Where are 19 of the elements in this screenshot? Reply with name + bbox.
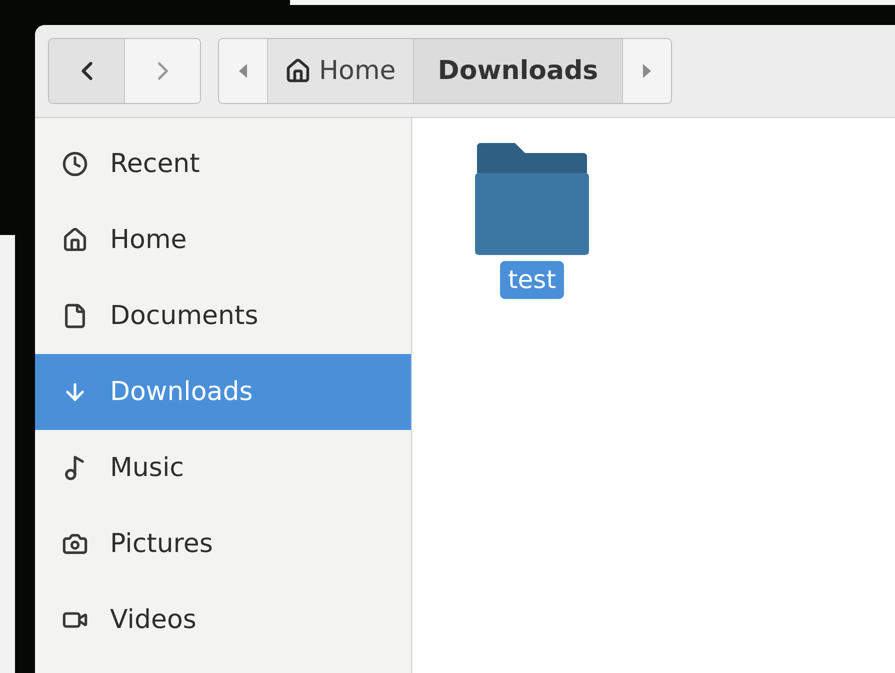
- sidebar-item[interactable]: Recent: [35, 126, 411, 202]
- sidebar-item[interactable]: Music: [35, 430, 411, 506]
- home-icon: [62, 227, 88, 253]
- breadcrumb-button[interactable]: Home: [268, 39, 414, 103]
- scroll-right-button[interactable]: [623, 39, 672, 103]
- document-icon: [62, 303, 88, 329]
- scroll-left-button[interactable]: [219, 39, 268, 103]
- breadcrumb-button[interactable]: Downloads: [414, 39, 624, 103]
- sidebar-item[interactable]: Home: [35, 202, 411, 278]
- sidebar-item[interactable]: Videos: [35, 582, 411, 658]
- home-icon: [285, 58, 311, 84]
- triangle-left-icon: [239, 64, 247, 78]
- camera-icon: [62, 531, 88, 557]
- back-button[interactable]: [49, 39, 125, 103]
- folder-icon: [475, 143, 589, 255]
- clock-icon: [62, 151, 88, 177]
- triangle-right-icon: [643, 64, 652, 78]
- sidebar-item[interactable]: Documents: [35, 278, 411, 354]
- sidebar-item[interactable]: Pictures: [35, 506, 411, 582]
